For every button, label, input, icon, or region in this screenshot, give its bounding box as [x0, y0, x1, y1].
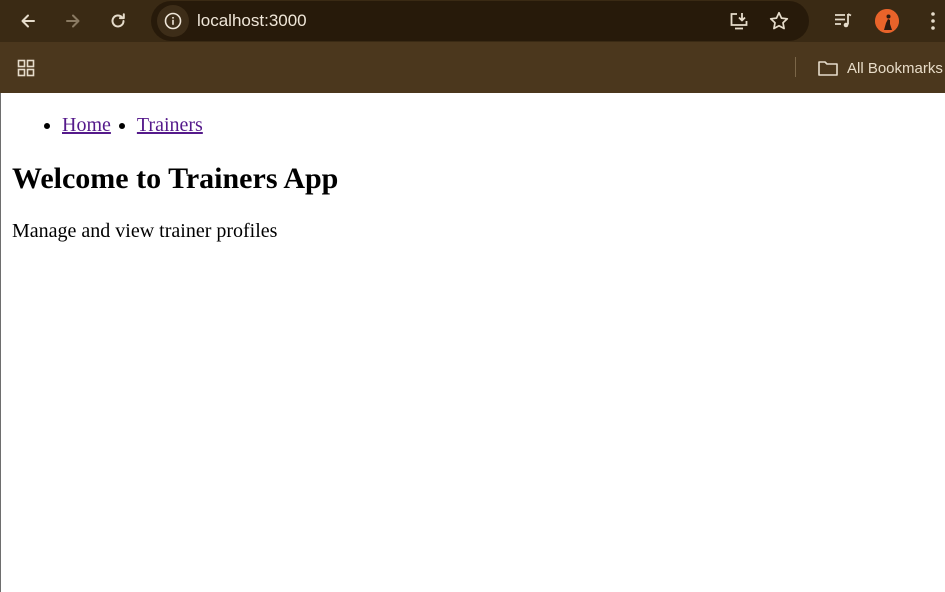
- arrow-right-icon: [66, 14, 80, 28]
- bookmarks-divider: [795, 57, 796, 77]
- browser-toolbar: localhost:3000: [0, 0, 945, 42]
- apps-button[interactable]: [14, 56, 38, 80]
- media-controls-button[interactable]: [831, 9, 855, 33]
- site-info-button[interactable]: [157, 5, 189, 37]
- all-bookmarks-label: All Bookmarks: [847, 59, 943, 77]
- avatar-icon: [875, 9, 899, 33]
- url-text[interactable]: localhost:3000: [197, 11, 307, 31]
- folder-icon: [818, 61, 838, 76]
- nav-item-home: Home: [62, 114, 111, 136]
- reload-button[interactable]: [102, 5, 134, 37]
- nav-item-trainers: Trainers: [137, 114, 203, 136]
- info-icon: [164, 12, 182, 30]
- all-bookmarks-folder[interactable]: All Bookmarks: [817, 56, 943, 80]
- install-app-button[interactable]: [727, 9, 751, 33]
- apps-grid-icon: [17, 59, 35, 77]
- media-control-icon: [835, 13, 852, 28]
- install-app-icon: [730, 13, 748, 30]
- trainers-link[interactable]: Trainers: [137, 114, 203, 136]
- page-viewport: Home Trainers Welcome to Trainers App Ma…: [0, 93, 945, 592]
- star-icon: [769, 11, 789, 30]
- arrow-left-icon: [21, 14, 35, 28]
- home-link[interactable]: Home: [62, 114, 111, 136]
- page-title: Welcome to Trainers App: [12, 162, 339, 195]
- kebab-menu-icon: [931, 12, 935, 30]
- profile-avatar[interactable]: [875, 9, 899, 33]
- reload-icon: [111, 13, 125, 28]
- bookmark-star-button[interactable]: [767, 9, 791, 33]
- forward-button[interactable]: [57, 5, 89, 37]
- browser-menu-button[interactable]: [921, 9, 945, 33]
- site-nav: Home Trainers: [62, 114, 203, 136]
- bookmarks-bar: All Bookmarks: [0, 42, 945, 93]
- address-bar[interactable]: localhost:3000: [151, 1, 809, 41]
- page-subtitle: Manage and view trainer profiles: [12, 220, 278, 242]
- back-button[interactable]: [12, 5, 44, 37]
